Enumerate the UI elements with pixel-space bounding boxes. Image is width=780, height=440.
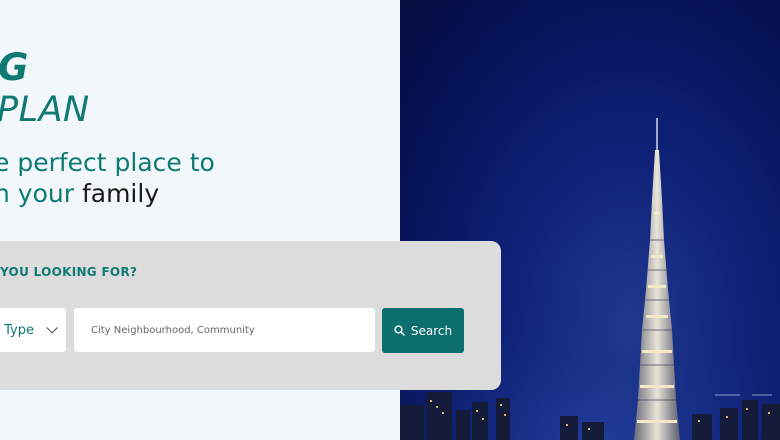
search-heading: YOU LOOKING FOR? (0, 265, 138, 279)
search-panel: YOU LOOKING FOR? y Type Search (0, 241, 501, 390)
property-type-select[interactable]: y Type (0, 308, 66, 352)
tagline-line2-dark: family (81, 179, 160, 208)
tagline-line2-teal: n your (0, 179, 82, 208)
tagline-line2: n your family (0, 178, 215, 209)
hero-tagline: e perfect place to n your family (0, 147, 215, 209)
chevron-down-icon (46, 322, 58, 334)
tagline-line1: e perfect place to (0, 148, 215, 177)
search-button-label: Search (410, 323, 453, 338)
location-search-input[interactable] (74, 308, 375, 352)
search-icon (394, 325, 405, 336)
property-type-label: y Type (0, 322, 34, 338)
hero-title-line1: G (0, 46, 30, 89)
search-button[interactable]: Search (382, 308, 464, 353)
hero-title-line2: PLAN (0, 90, 90, 130)
